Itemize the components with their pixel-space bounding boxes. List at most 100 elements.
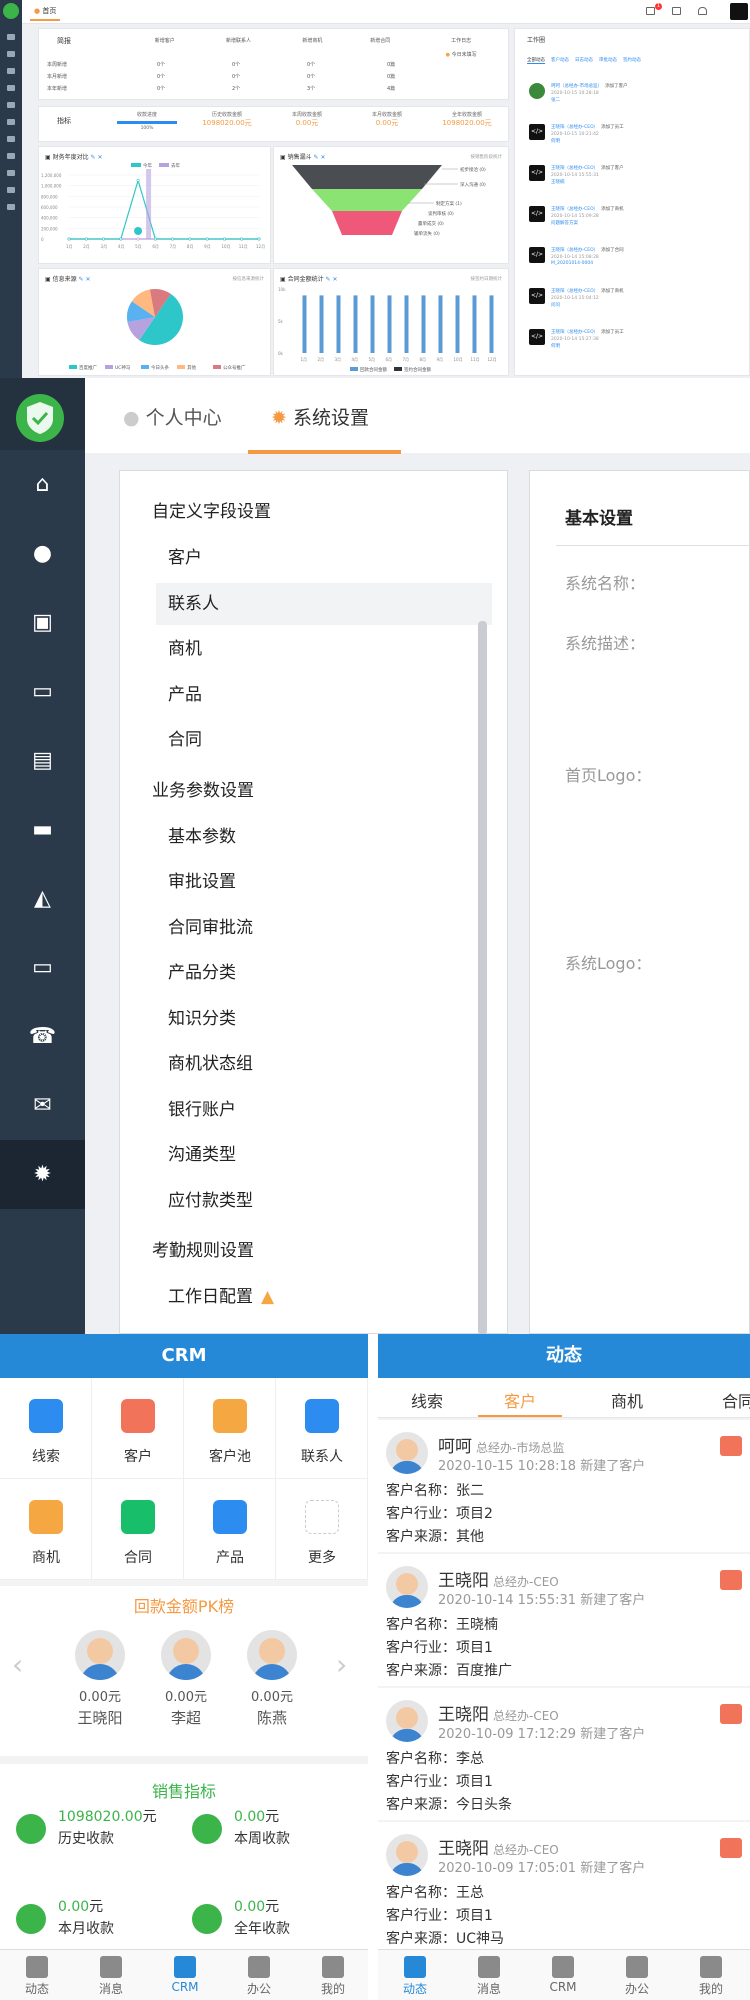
activity-tab[interactable]: 签约动态 (623, 57, 641, 64)
activity-actor[interactable]: 王晓阳（总经办-CEO） 添加了员工 (551, 329, 624, 335)
activity-target[interactable]: 何明 (551, 138, 560, 144)
menu-item[interactable]: 合同审批流 (168, 913, 253, 938)
menu-item[interactable]: 产品分类 (168, 958, 236, 983)
tab-profile[interactable]: 我的 (674, 1950, 748, 1997)
notification-icon[interactable]: 1 (646, 3, 662, 15)
menu-item[interactable]: 商机 (168, 634, 202, 659)
document-icon[interactable] (7, 102, 15, 108)
menu-item[interactable]: 审批设置 (168, 867, 236, 892)
briefcase-icon[interactable] (7, 68, 15, 74)
grid-item-more[interactable]: 更多 (276, 1479, 368, 1580)
list-item: </> 王晓阳（总经办-CEO） 添加了员工 2020-10-14 15:27:38 何… (529, 329, 747, 370)
activity-actor[interactable]: 王晓阳（总经办-CEO） 添加了员工 (551, 124, 624, 130)
grid-item-customer[interactable]: 客户 (92, 1378, 184, 1479)
avatar[interactable] (730, 3, 748, 20)
menu-item[interactable]: 工作日配置 ▲ (168, 1282, 274, 1307)
home-icon[interactable]: ⌂ (0, 450, 85, 519)
user-icon[interactable] (7, 51, 15, 57)
grid-item-customer-pool[interactable]: 客户池 (184, 1378, 276, 1479)
customer-badge-icon[interactable] (720, 1838, 742, 1858)
menu-scrollbar[interactable] (478, 621, 487, 1335)
activity-target[interactable]: 何明 (551, 343, 560, 349)
tab-message[interactable]: 消息 (74, 1950, 148, 1997)
card-icon[interactable]: ▬ (0, 795, 85, 864)
activity-target[interactable]: 问问 (551, 302, 560, 308)
tab-crm-chart[interactable]: CRM (148, 1950, 222, 1994)
inbox-icon[interactable] (7, 85, 15, 91)
activity-actor[interactable]: 王晓阳（总经办-CEO） 添加了商机 (551, 206, 624, 212)
activity-target[interactable]: M_20201014-0004 (551, 261, 593, 266)
feed-card[interactable]: 呵呵 总经办-市场总监 2020-10-15 10:28:18 新建了客户 客户名称：… (378, 1420, 750, 1552)
pk-person[interactable]: 0.00元 李超 (146, 1630, 226, 1728)
activity-actor[interactable]: 呵呵（总经办-市场总监） 添加了客户 (551, 83, 628, 89)
pk-person[interactable]: 0.00元 王晓阳 (60, 1630, 140, 1728)
activity-actor[interactable]: 王晓阳（总经办-CEO） 添加了合同 (551, 247, 624, 253)
tab-feed[interactable]: 动态 (0, 1950, 74, 1997)
customer-badge-icon[interactable] (720, 1436, 742, 1456)
menu-item[interactable]: 银行账户 (168, 1095, 236, 1120)
tab-settings[interactable]: ✹ 系统设置 (271, 403, 369, 430)
activity-actor[interactable]: 王晓阳（总经办-CEO） 添加了商机 (551, 288, 624, 294)
chevron-right-icon[interactable]: › (336, 1648, 347, 1681)
monitor-icon[interactable] (7, 153, 15, 159)
calendar-icon[interactable] (672, 7, 681, 15)
grid-item-contacts[interactable]: 联系人 (276, 1378, 368, 1479)
monitor-icon[interactable]: ▭ (0, 933, 85, 1002)
feed-card[interactable]: 王晓阳 总经办-CEO 2020-10-09 17:05:01 新建了客户 客户名称：… (378, 1822, 750, 1954)
tab-message[interactable]: 消息 (452, 1950, 526, 1997)
customer-badge-icon[interactable] (720, 1570, 742, 1590)
grid-item-deals[interactable]: 商机 (0, 1479, 92, 1580)
menu-item[interactable]: 沟通类型 (168, 1140, 236, 1165)
menu-item[interactable]: 合同 (168, 725, 202, 750)
gear-icon[interactable] (7, 204, 15, 210)
tab-home[interactable]: ● 首页 (30, 6, 61, 21)
feed-card[interactable]: 王晓阳 总经办-CEO 2020-10-14 15:55:31 新建了客户 客户名称：… (378, 1554, 750, 1686)
user-icon[interactable]: ● (0, 519, 85, 588)
phone-icon[interactable]: ☎ (0, 1002, 85, 1071)
menu-item[interactable]: 知识分类 (168, 1004, 236, 1029)
tab-crm-chart[interactable]: CRM (526, 1950, 600, 1994)
phone-icon[interactable] (7, 170, 15, 176)
menu-item[interactable]: 客户 (168, 543, 202, 568)
pk-person[interactable]: 0.00元 陈燕 (232, 1630, 312, 1728)
customer-badge-icon[interactable] (720, 1704, 742, 1724)
menu-item[interactable]: 应付款类型 (168, 1186, 253, 1211)
mail-icon[interactable] (7, 187, 15, 193)
activity-tab[interactable]: 审批动态 (599, 57, 617, 64)
feed-tab-deals[interactable]: 商机 (590, 1388, 664, 1412)
area-chart-icon[interactable]: ◭ (0, 864, 85, 933)
menu-item[interactable]: 产品 (168, 680, 202, 705)
gear-icon[interactable]: ✹ (0, 1140, 85, 1209)
menu-item[interactable]: 商机状态组 (168, 1049, 253, 1074)
activity-tab[interactable]: 客户动态 (551, 57, 569, 64)
activity-tab[interactable]: 全部动态 (527, 57, 545, 64)
tab-profile[interactable]: 我的 (296, 1950, 370, 1997)
menu-item[interactable]: 基本参数 (168, 822, 236, 847)
feed-tab-leads[interactable]: 线索 (390, 1388, 464, 1412)
document-icon[interactable]: ▤ (0, 726, 85, 795)
grid-item-contract[interactable]: 合同 (92, 1479, 184, 1580)
chart-icon[interactable] (7, 136, 15, 142)
grid-item-leads[interactable]: 线索 (0, 1378, 92, 1479)
card-icon[interactable] (7, 119, 15, 125)
activity-tab[interactable]: 日志动态 (575, 57, 593, 64)
chevron-left-icon[interactable]: ‹ (12, 1648, 23, 1681)
activity-target[interactable]: 问题解答方案 (551, 220, 578, 226)
activity-target[interactable]: 王晓楠 (551, 179, 565, 185)
grid-item-product[interactable]: 产品 (184, 1479, 276, 1580)
activity-target[interactable]: 张二 (551, 97, 560, 103)
briefcase-icon[interactable]: ▣ (0, 588, 85, 657)
tab-feed[interactable]: 动态 (378, 1950, 452, 1997)
activity-actor[interactable]: 王晓阳（总经办-CEO） 添加了客户 (551, 165, 624, 171)
feed-tab-customers[interactable]: 客户 (478, 1388, 562, 1412)
home-icon[interactable] (7, 34, 15, 40)
mail-icon[interactable]: ✉ (0, 1071, 85, 1140)
inbox-icon[interactable]: ▭ (0, 657, 85, 726)
tab-office[interactable]: 办公 (222, 1950, 296, 1997)
tab-office[interactable]: 办公 (600, 1950, 674, 1997)
menu-item[interactable]: 联系人 (168, 589, 219, 614)
bell-icon[interactable] (698, 7, 707, 15)
feed-tab-contracts[interactable]: 合同 (708, 1388, 750, 1412)
tab-personal[interactable]: ● 个人中心 (123, 403, 222, 430)
feed-card[interactable]: 王晓阳 总经办-CEO 2020-10-09 17:12:29 新建了客户 客户名称：… (378, 1688, 750, 1820)
